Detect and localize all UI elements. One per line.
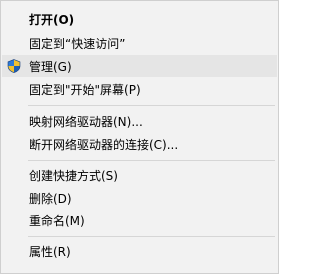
menu-item-label: 重命名(M): [29, 213, 85, 228]
context-menu: 打开(O) 固定到“快速访问” 管理(G) 固定到"开始"屏幕(P) 映射网络驱…: [0, 0, 279, 274]
menu-item-properties[interactable]: 属性(R): [2, 240, 277, 262]
menu-item-rename[interactable]: 重命名(M): [2, 209, 277, 231]
menu-separator: [28, 236, 275, 237]
menu-item-label: 断开网络驱动器的连接(C)...: [29, 137, 179, 152]
menu-item-label: 创建快捷方式(S): [29, 168, 118, 183]
menu-item-label: 映射网络驱动器(N)...: [29, 114, 143, 129]
menu-item-pin-start[interactable]: 固定到"开始"屏幕(P): [2, 78, 277, 100]
shield-icon: [7, 59, 21, 73]
menu-item-label: 固定到“快速访问”: [29, 36, 126, 51]
menu-item-label: 属性(R): [29, 244, 71, 259]
menu-item-label: 打开(O): [29, 12, 75, 27]
menu-item-label: 删除(D): [29, 191, 72, 206]
menu-item-pin-quick-access[interactable]: 固定到“快速访问”: [2, 32, 277, 54]
menu-item-label: 管理(G): [29, 59, 72, 74]
menu-item-disconnect-network-drive[interactable]: 断开网络驱动器的连接(C)...: [2, 133, 277, 155]
menu-item-delete[interactable]: 删除(D): [2, 187, 277, 209]
menu-separator: [28, 105, 275, 106]
menu-item-manage[interactable]: 管理(G): [2, 55, 277, 77]
menu-item-open[interactable]: 打开(O): [2, 8, 277, 30]
menu-item-label: 固定到"开始"屏幕(P): [29, 82, 141, 97]
menu-item-map-network-drive[interactable]: 映射网络驱动器(N)...: [2, 110, 277, 132]
menu-item-create-shortcut[interactable]: 创建快捷方式(S): [2, 164, 277, 186]
menu-separator: [28, 160, 275, 161]
